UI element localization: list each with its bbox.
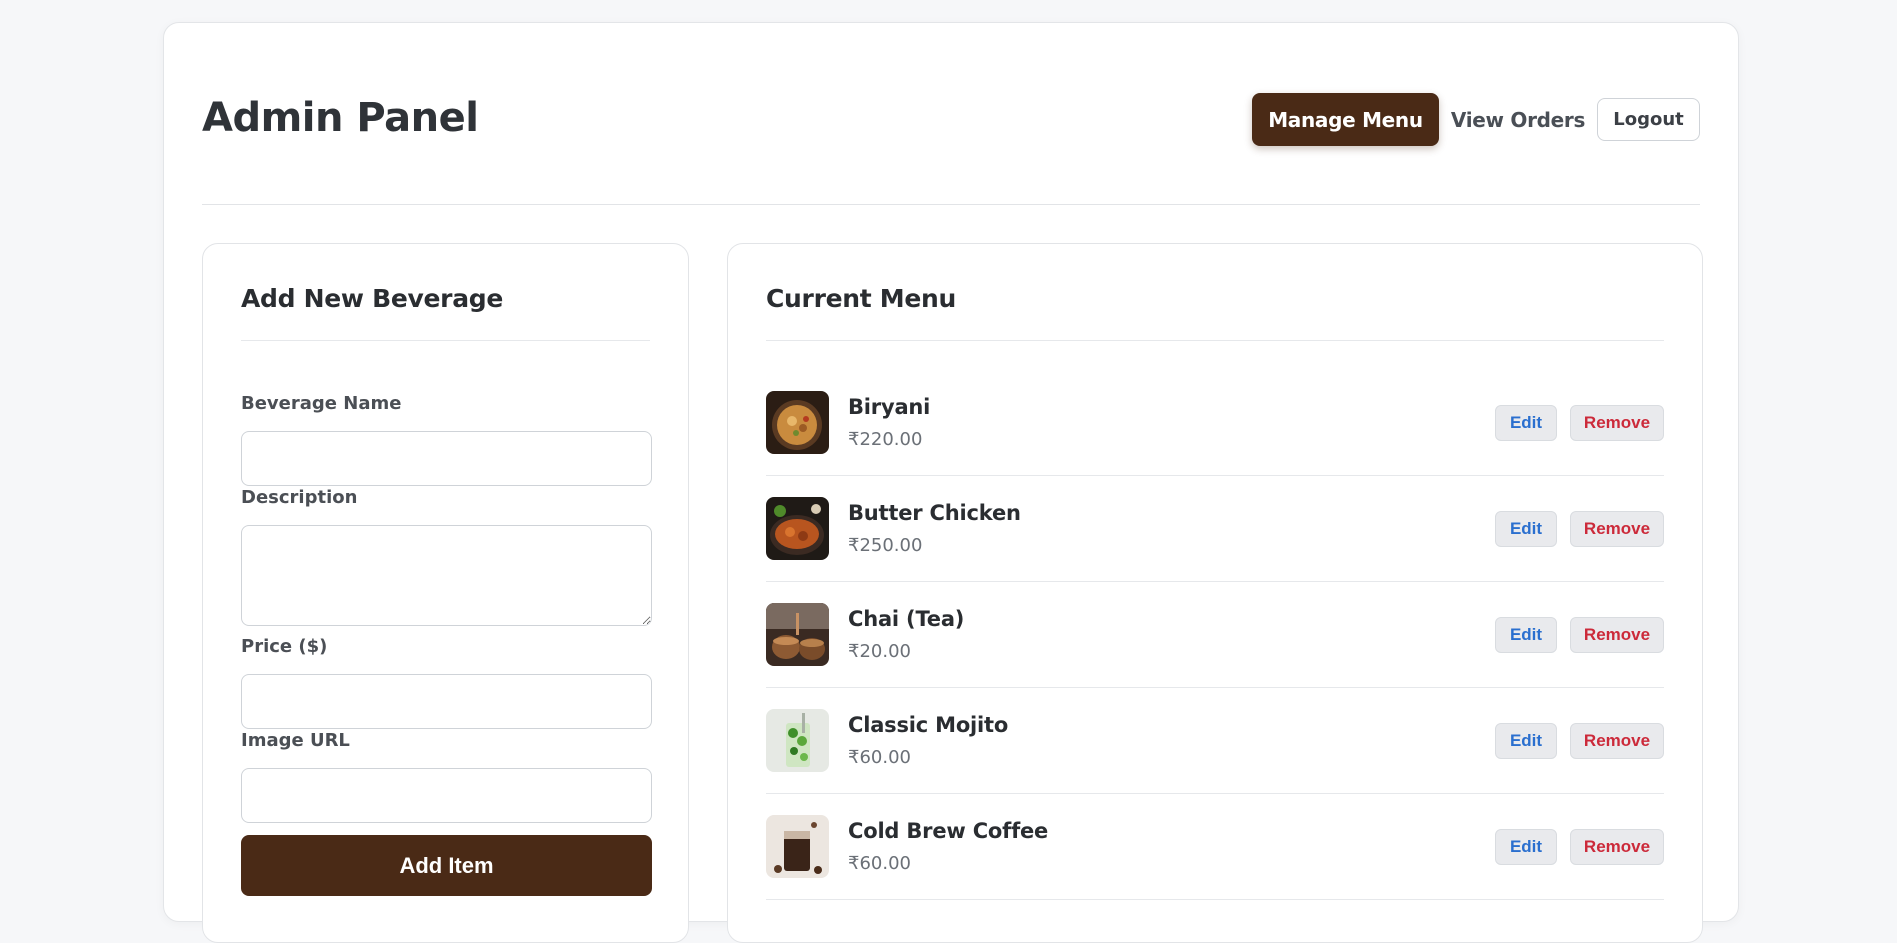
add-item-button[interactable]: Add Item [241,835,652,896]
menu-item: Chai (Tea) ₹20.00 Edit Remove [766,582,1664,688]
admin-nav: Manage Menu View Orders Logout [1252,93,1700,146]
menu-item-name: Biryani [848,395,931,419]
image-url-label: Image URL [241,730,350,751]
edit-button[interactable]: Edit [1495,510,1557,547]
price-input[interactable] [241,674,652,729]
admin-container: Admin Panel Manage Menu View Orders Logo… [163,22,1739,943]
current-menu-panel: Current Menu Biryani ₹220.00 Edit Remove… [727,243,1703,943]
menu-item-name: Classic Mojito [848,713,1009,737]
remove-button[interactable]: Remove [1570,510,1664,547]
beverage-name-label: Beverage Name [241,393,402,414]
menu-list: Biryani ₹220.00 Edit Remove Butter Chick… [766,370,1664,900]
edit-button[interactable]: Edit [1495,722,1557,759]
butter-chicken-thumbnail [766,497,829,560]
admin-header: Admin Panel Manage Menu View Orders Logo… [202,23,1700,205]
menu-item: Classic Mojito ₹60.00 Edit Remove [766,688,1664,794]
current-menu-title: Current Menu [766,284,1664,341]
menu-item-price: ₹60.00 [848,853,911,874]
menu-item: Cold Brew Coffee ₹60.00 Edit Remove [766,794,1664,900]
edit-button[interactable]: Edit [1495,828,1557,865]
remove-button[interactable]: Remove [1570,616,1664,653]
menu-item-price: ₹60.00 [848,747,911,768]
cold-brew-thumbnail [766,815,829,878]
manage-menu-button[interactable]: Manage Menu [1252,93,1439,146]
remove-button[interactable]: Remove [1570,404,1664,441]
add-beverage-panel: Add New Beverage Beverage Name Descripti… [202,243,689,943]
add-beverage-title: Add New Beverage [241,284,650,341]
menu-item-name: Chai (Tea) [848,607,965,631]
chai-thumbnail [766,603,829,666]
menu-item: Butter Chicken ₹250.00 Edit Remove [766,476,1664,582]
menu-item-name: Cold Brew Coffee [848,819,1049,843]
price-label: Price ($) [241,636,328,657]
view-orders-button[interactable]: View Orders [1441,93,1595,146]
menu-item-name: Butter Chicken [848,501,1021,525]
edit-button[interactable]: Edit [1495,616,1557,653]
menu-item-price: ₹20.00 [848,641,911,662]
edit-button[interactable]: Edit [1495,404,1557,441]
image-url-input[interactable] [241,768,652,823]
description-input[interactable] [241,525,652,626]
beverage-name-input[interactable] [241,431,652,486]
biryani-thumbnail [766,391,829,454]
page-title: Admin Panel [202,95,479,141]
menu-item-price: ₹220.00 [848,429,923,450]
mojito-thumbnail [766,709,829,772]
menu-item: Biryani ₹220.00 Edit Remove [766,370,1664,476]
logout-button[interactable]: Logout [1597,98,1700,141]
remove-button[interactable]: Remove [1570,722,1664,759]
remove-button[interactable]: Remove [1570,828,1664,865]
description-label: Description [241,487,358,508]
menu-item-price: ₹250.00 [848,535,923,556]
